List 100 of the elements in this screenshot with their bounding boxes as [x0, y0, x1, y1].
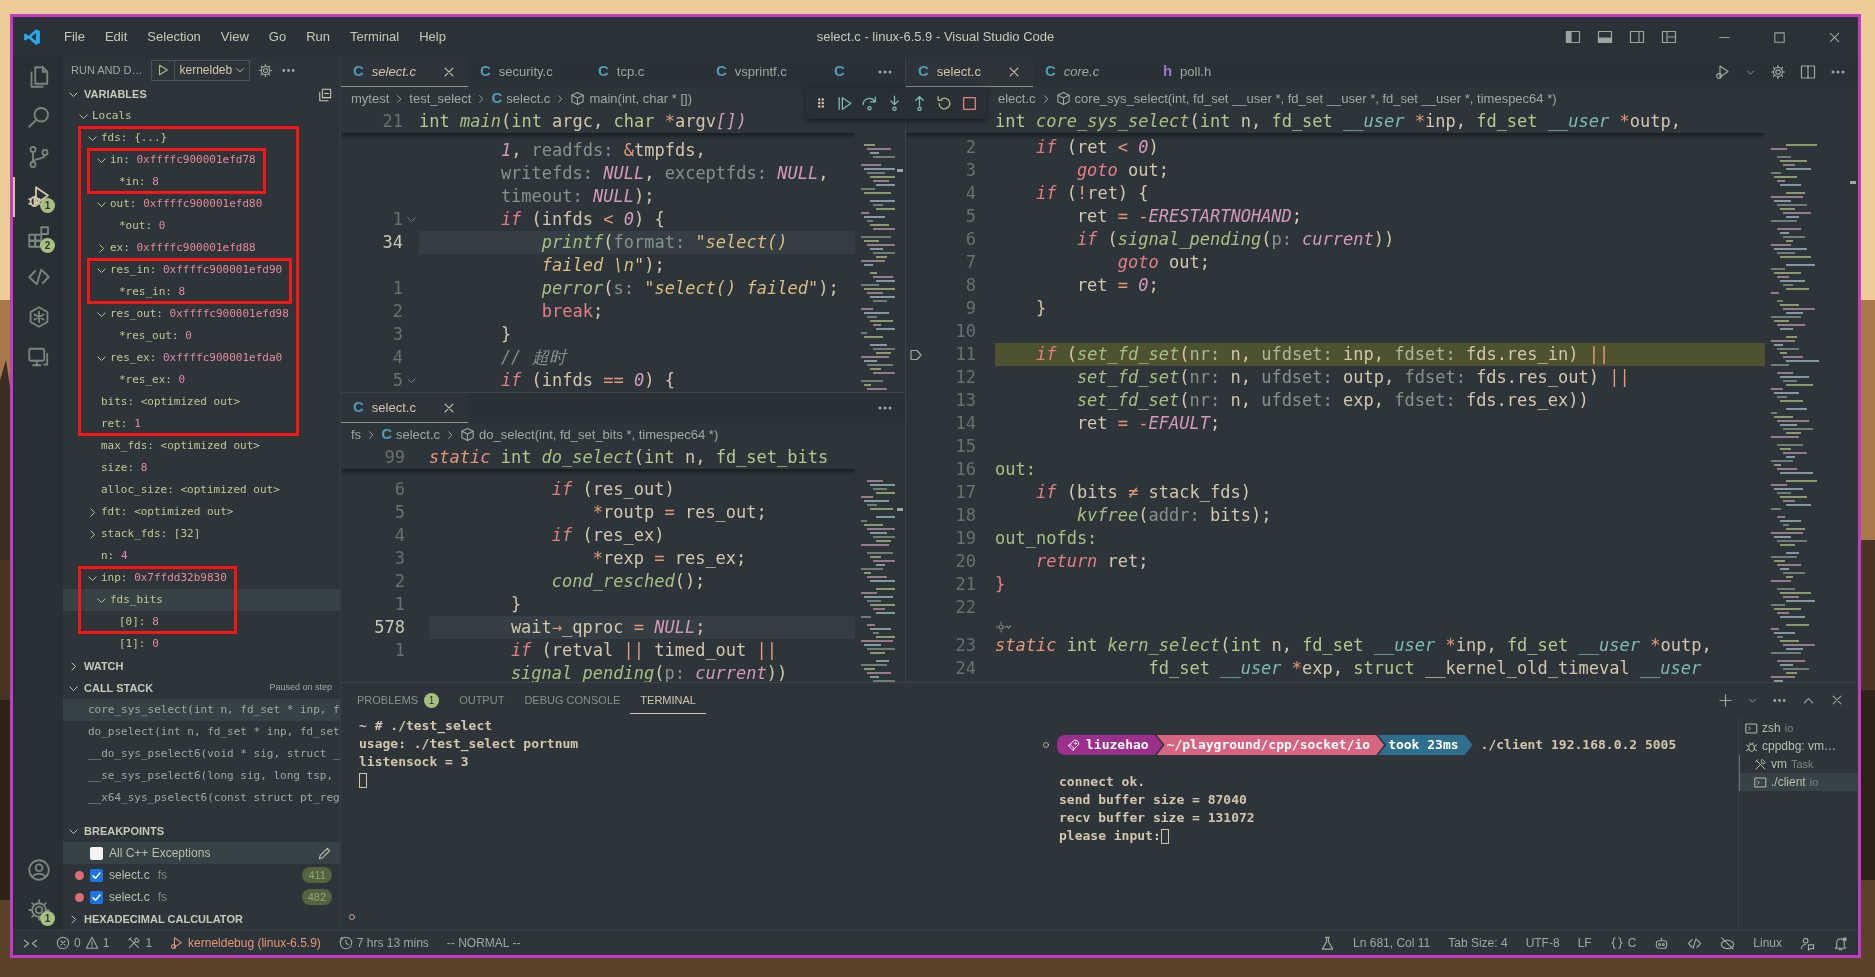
variable-entry[interactable]: ret: 1 [101, 415, 141, 433]
variable-entry[interactable]: *res_in: 8 [119, 283, 186, 301]
menu-item[interactable]: Go [259, 25, 296, 49]
menu-item[interactable]: File [55, 25, 94, 49]
settings-icon[interactable] [1770, 64, 1786, 80]
feedback-icon[interactable] [1800, 935, 1815, 951]
problems-status[interactable]: 0 1 [56, 934, 110, 952]
settings-icon[interactable] [27, 898, 51, 922]
variable-entry[interactable]: fds_bits [110, 591, 163, 609]
status-item[interactable]: kerneldebug (linux-6.5.9) [170, 934, 321, 952]
variable-entry[interactable]: *res_out: 0 [119, 327, 192, 345]
stack-frame[interactable]: __se_sys_pselect6(long sig, long tsp, [63, 765, 340, 787]
section-title[interactable]: CALL STACK [84, 679, 154, 697]
editor-tab[interactable]: C tcp.c [585, 57, 704, 87]
branch-icon[interactable] [27, 145, 51, 169]
menu-item[interactable]: Run [297, 25, 339, 49]
variable-entry[interactable]: [0]: 8 [119, 613, 159, 631]
maximize-icon[interactable] [1772, 29, 1787, 45]
variable-entry[interactable]: Locals [92, 107, 132, 125]
panel-toggle-icon[interactable] [1597, 29, 1613, 45]
variable-entry[interactable]: max_fds: <optimized out> [101, 437, 260, 455]
status-item[interactable]: 1 [127, 934, 153, 952]
status-item[interactable]: LF [1577, 934, 1592, 952]
split-editor-icon[interactable] [1800, 64, 1816, 80]
stack-frame[interactable]: core_sys_select(int n, fd_set * inp, f [63, 699, 340, 721]
stack-frame[interactable]: __x64_sys_pselect6(const struct pt_reg [63, 787, 340, 809]
section-title[interactable]: HEXADECIMAL CALCULATOR [84, 910, 243, 928]
panel-tab[interactable]: OUTPUT [449, 685, 515, 715]
stack-frame[interactable]: __do_sys_pselect6(void * sig, struct _ [63, 743, 340, 765]
editor-tab[interactable]: C select.c [341, 393, 468, 423]
terminal-list-item[interactable]: ./client io [1739, 773, 1858, 791]
search-icon[interactable] [27, 105, 51, 129]
terminal-list-item[interactable]: cppdbg: vm… [1739, 737, 1858, 755]
robot-icon[interactable] [1654, 935, 1670, 951]
close-icon[interactable] [1830, 693, 1844, 707]
editor-tab[interactable]: C security.c [467, 57, 586, 87]
highlighted-row[interactable]: All C++ Exceptions [63, 842, 340, 864]
continue-icon[interactable] [836, 94, 853, 112]
variable-entry[interactable]: in: 0xffffc900001efd78 [110, 151, 256, 169]
flask-icon[interactable] [1320, 935, 1336, 951]
variable-entry[interactable]: res_out: 0xffffc900001efd98 [110, 305, 289, 323]
variable-entry[interactable]: fdt: <optimized out> [101, 503, 234, 521]
variable-entry[interactable]: res_in: 0xffffc900001efd90 [110, 261, 283, 279]
layout-icon[interactable] [1661, 29, 1677, 45]
variable-entry[interactable]: ex: 0xffffc900001efd88 [110, 239, 256, 257]
highlighted-row[interactable]: fds_bits [63, 589, 340, 611]
variable-entry[interactable]: out: 0xffffc900001efd80 [110, 195, 263, 213]
menu-item[interactable]: Help [410, 25, 455, 49]
breakpoint-label[interactable]: select.c fs [109, 888, 168, 906]
status-item[interactable]: -- NORMAL -- [446, 934, 521, 952]
eye-slash-icon[interactable] [1720, 935, 1736, 951]
stop-icon[interactable] [961, 94, 978, 112]
panel-tab[interactable]: DEBUG CONSOLE [514, 685, 631, 715]
settings-icon[interactable] [258, 62, 274, 78]
editor-tab[interactable]: C [821, 57, 857, 87]
breadcrumb-item[interactable]: main(int, char * []) [589, 88, 692, 109]
launch-config-dropdown[interactable]: kerneldeb [174, 60, 250, 80]
editor-tab[interactable]: C select.c [341, 57, 468, 87]
checkbox[interactable] [90, 846, 103, 860]
breadcrumb-item[interactable]: fs [351, 424, 362, 445]
breadcrumb-item[interactable]: select.c [395, 424, 441, 445]
panel-tab[interactable]: PROBLEMS 1 [347, 685, 450, 715]
menu-item[interactable]: Edit [95, 25, 137, 49]
variable-entry[interactable]: size: 8 [101, 459, 148, 477]
breadcrumb-item[interactable]: elect.c [998, 88, 1036, 109]
variable-entry[interactable]: fds: {...} [101, 129, 168, 147]
variable-entry[interactable]: *in: 8 [119, 173, 159, 191]
variable-entry[interactable]: [1]: 0 [119, 635, 159, 653]
bell-icon[interactable] [1833, 935, 1848, 951]
breadcrumb-item[interactable]: mytest [351, 88, 390, 109]
breakpoint-label[interactable]: All C++ Exceptions [109, 844, 211, 862]
breakpoint-label[interactable]: select.c fs [109, 866, 168, 884]
breadcrumb-item[interactable]: do_select(int, fd_set_bits *, timespec64 *) [479, 424, 719, 445]
breadcrumb-item[interactable]: core_sys_select(int, fd_set __user *, fd_set __user *, fd_set __user *, timespec64 *) [1074, 88, 1557, 109]
status-item[interactable]: 7 hrs 13 mins [338, 934, 429, 952]
variable-entry[interactable]: alloc_size: <optimized out> [101, 481, 280, 499]
status-item[interactable]: Ln 681, Col 11 [1353, 934, 1431, 952]
monitor-icon[interactable] [27, 345, 51, 369]
section-title[interactable]: VARIABLES [84, 85, 147, 103]
section-title[interactable]: BREAKPOINTS [84, 822, 165, 840]
variable-entry[interactable]: bits: <optimized out> [101, 393, 241, 411]
editor-tab[interactable]: h poll.h [1150, 57, 1269, 87]
account-icon[interactable] [27, 858, 51, 882]
checkbox[interactable] [90, 868, 103, 882]
stack-frame[interactable]: do_pselect(int n, fd_set * inp, fd_set [63, 721, 340, 743]
hexagon-icon[interactable] [27, 305, 51, 329]
menu-item[interactable]: Terminal [341, 25, 409, 49]
sidebar-toggle-icon[interactable] [1565, 29, 1581, 45]
breadcrumb-item[interactable]: test_select [409, 88, 472, 109]
collapse-all-icon[interactable] [318, 87, 332, 102]
panel-tab[interactable]: TERMINAL [630, 685, 706, 715]
variable-entry[interactable]: inp: 0x7ffdd32b9830 [101, 569, 227, 587]
section-title[interactable]: WATCH [84, 657, 124, 675]
add-terminal-icon[interactable] [1718, 692, 1733, 708]
extensions-icon[interactable] [27, 225, 51, 249]
menu-item[interactable]: Selection [138, 25, 210, 49]
menu-item[interactable]: View [211, 25, 258, 49]
run-debug-icon[interactable] [27, 185, 51, 209]
terminal-list-item[interactable]: zsh io [1739, 719, 1858, 737]
run-icon[interactable] [1715, 64, 1731, 80]
